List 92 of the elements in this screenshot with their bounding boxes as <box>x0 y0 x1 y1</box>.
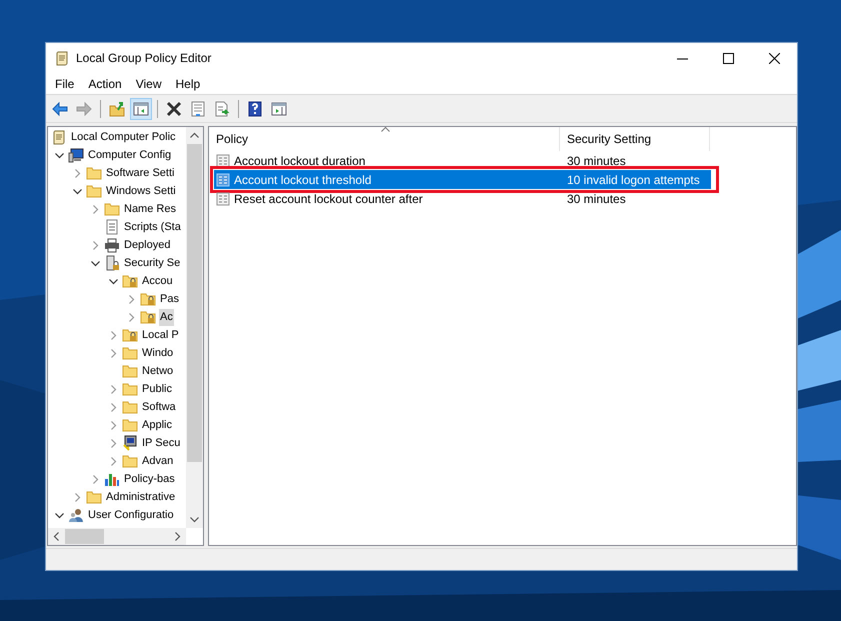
tree-item[interactable]: Name Res <box>123 200 177 218</box>
computer-key-icon <box>122 435 138 451</box>
tree-item[interactable]: Scripts (Sta <box>123 218 182 236</box>
chevron-right-icon[interactable] <box>72 492 82 502</box>
menu-item[interactable]: Action <box>81 76 129 90</box>
scrollbar-thumb[interactable] <box>65 529 104 544</box>
tree-item[interactable]: Pas <box>159 290 180 308</box>
locked-folder-icon <box>122 273 138 289</box>
policy-icon <box>216 172 230 186</box>
chevron-right-icon[interactable] <box>72 168 82 178</box>
maximize-icon[interactable] <box>722 52 734 64</box>
chevron-right-icon[interactable] <box>108 330 118 340</box>
chevron-down-icon[interactable] <box>54 150 64 160</box>
chevron-up-icon[interactable] <box>190 131 199 140</box>
computer-icon <box>68 147 84 163</box>
tree-item[interactable]: Local P <box>141 326 180 344</box>
window-title: Local Group Policy Editor <box>76 51 212 65</box>
folder-icon <box>122 399 138 415</box>
tree-item[interactable]: Applic <box>141 416 173 434</box>
table-cell-text: 10 invalid logon attempts <box>566 172 700 186</box>
folder-icon <box>86 183 102 199</box>
tree-item[interactable]: Advan <box>141 452 174 470</box>
chevron-down-icon[interactable] <box>108 276 118 286</box>
tree-item[interactable]: IP Secu <box>141 434 182 452</box>
bar-chart-icon <box>104 471 120 487</box>
tree-item[interactable]: Windo <box>141 344 174 362</box>
menu-item[interactable]: File <box>48 76 82 90</box>
printer-icon <box>104 237 120 253</box>
folder-icon <box>104 201 120 217</box>
chevron-down-icon[interactable] <box>190 515 199 524</box>
tree-item[interactable]: Local Computer Polic <box>70 128 177 146</box>
chevron-right-icon[interactable] <box>108 438 118 448</box>
column-header[interactable]: Policy <box>209 127 560 151</box>
chevron-right-icon[interactable] <box>90 240 100 250</box>
server-lock-icon <box>104 255 120 271</box>
folder-icon <box>122 417 138 433</box>
tree-item[interactable]: Security Se <box>123 254 182 272</box>
folder-icon <box>86 165 102 181</box>
chevron-left-icon[interactable] <box>52 532 61 541</box>
table-cell-text: Reset account lockout counter after <box>233 192 424 206</box>
policy-icon <box>216 154 230 168</box>
tree-item[interactable]: Policy-bas <box>123 470 176 488</box>
chevron-right-icon[interactable] <box>126 294 136 304</box>
close-icon[interactable] <box>768 52 780 64</box>
chevron-right-icon[interactable] <box>108 402 118 412</box>
policy-icon <box>216 192 230 206</box>
horizontal-scrollbar[interactable] <box>48 528 186 545</box>
menu-item[interactable]: Help <box>168 76 208 90</box>
tree-item[interactable]: User Configuratio <box>87 506 175 524</box>
chevron-down-icon[interactable] <box>72 186 82 196</box>
folder-icon <box>86 489 102 505</box>
tree-item[interactable]: Public <box>141 380 173 398</box>
vertical-scrollbar[interactable] <box>186 127 203 528</box>
table-cell-text: Account lockout duration <box>233 154 366 168</box>
chevron-down-icon[interactable] <box>54 510 64 520</box>
column-header[interactable]: Security Setting <box>560 127 710 151</box>
table-cell-text: 30 minutes <box>566 154 626 168</box>
table-row[interactable]: Account lockout duration 30 minutes <box>214 151 711 170</box>
chevron-right-icon[interactable] <box>108 456 118 466</box>
tree-item[interactable]: Netwo <box>141 362 174 380</box>
table-cell-text: Account lockout threshold <box>233 172 372 186</box>
table-cell-text: 30 minutes <box>566 192 626 206</box>
tree-item[interactable]: Accou <box>141 272 174 290</box>
tree-item[interactable]: Administrative <box>105 488 176 506</box>
locked-folder-icon <box>140 309 156 325</box>
tree-item[interactable]: Ac <box>159 308 174 326</box>
document-icon <box>104 219 120 235</box>
chevron-right-icon[interactable] <box>173 532 182 541</box>
chevron-right-icon[interactable] <box>108 420 118 430</box>
chevron-right-icon[interactable] <box>108 348 118 358</box>
tree-item[interactable]: Softwa <box>141 398 177 416</box>
menu-item[interactable]: View <box>128 76 168 90</box>
table-row[interactable]: Reset account lockout counter after 30 minutes <box>214 189 711 208</box>
tree-item[interactable]: Windows Setti <box>105 182 177 200</box>
folder-icon <box>122 345 138 361</box>
locked-folder-icon <box>140 291 156 307</box>
chevron-right-icon[interactable] <box>108 384 118 394</box>
tree-item[interactable]: Deployed <box>123 236 172 254</box>
scroll-icon <box>51 129 67 145</box>
chevron-right-icon[interactable] <box>126 312 136 322</box>
scrollbar-thumb[interactable] <box>187 144 202 462</box>
show-tree-button[interactable] <box>130 98 152 120</box>
chevron-right-icon[interactable] <box>90 204 100 214</box>
chevron-right-icon[interactable] <box>90 474 100 484</box>
chevron-down-icon[interactable] <box>90 258 100 268</box>
locked-folder-icon <box>122 327 138 343</box>
users-icon <box>68 507 84 523</box>
tree-item[interactable]: Computer Config <box>87 146 172 164</box>
scroll-icon <box>54 50 70 66</box>
folder-icon <box>122 453 138 469</box>
folder-icon <box>122 381 138 397</box>
tree-item[interactable]: Software Setti <box>105 164 176 182</box>
